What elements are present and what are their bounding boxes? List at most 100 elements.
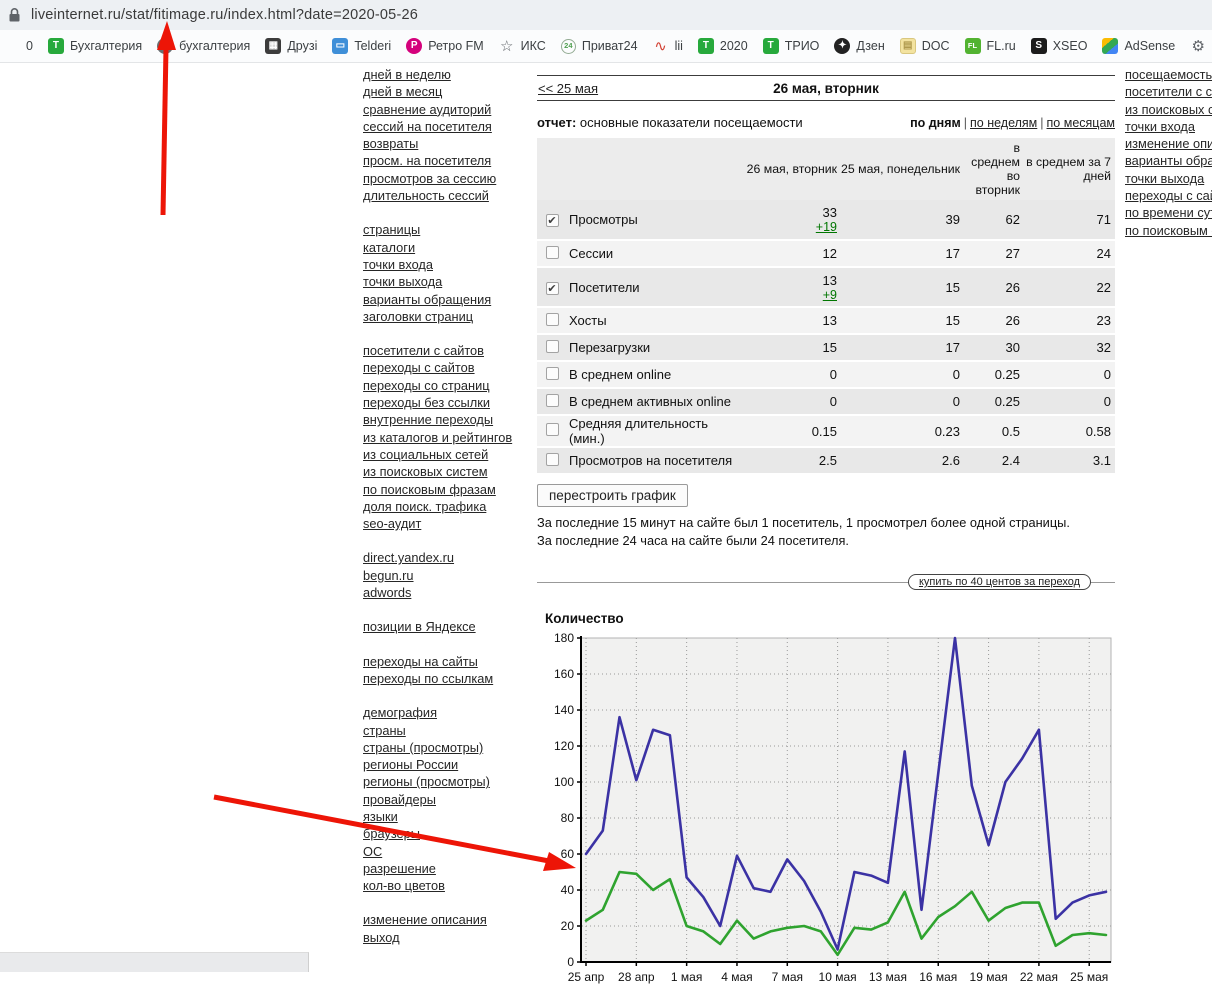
delta-link[interactable]: +19: [738, 220, 837, 234]
sidebar-link[interactable]: ОС: [363, 843, 515, 860]
retro-fm-icon: Р: [406, 38, 423, 54]
sidebar-link[interactable]: изменение описания: [363, 911, 515, 928]
checkbox-unchecked[interactable]: [545, 452, 559, 466]
url-bar[interactable]: liveinternet.ru/stat/fitimage.ru/index.h…: [0, 0, 1212, 30]
sidebar-link[interactable]: дней в месяц: [363, 83, 515, 100]
sidebar-link[interactable]: браузеры: [363, 825, 515, 842]
sidebar-link[interactable]: просмотров за сессию: [363, 170, 515, 187]
bookmark-item[interactable]: ▦ Друзі: [265, 38, 317, 54]
checkbox-checked[interactable]: ✔: [545, 214, 559, 227]
checkbox-unchecked[interactable]: [545, 366, 559, 380]
bookmark-item[interactable]: Т ТРИО: [762, 38, 819, 54]
checkbox-unchecked[interactable]: [545, 245, 559, 259]
sidebar-link[interactable]: языки: [363, 808, 515, 825]
sidebar-link[interactable]: точки выхода: [363, 273, 515, 290]
sidebar-link[interactable]: точки входа: [1125, 118, 1212, 135]
bookmark-item[interactable]: ⊕ бухгалтерия: [157, 38, 250, 54]
sidebar-link[interactable]: выход: [363, 929, 515, 946]
sidebar-link[interactable]: по времени сут: [1125, 204, 1212, 221]
sidebar-link[interactable]: adwords: [363, 584, 515, 601]
bookmark-item[interactable]: ⚙Хос: [1190, 38, 1212, 54]
metric-value: 15: [738, 334, 841, 362]
sidebar-link[interactable]: seo-аудит: [363, 515, 515, 532]
svg-text:100: 100: [554, 775, 574, 789]
sidebar-link[interactable]: демография: [363, 704, 515, 721]
sidebar-link[interactable]: посетители с сайтов: [363, 342, 515, 359]
sidebar-link[interactable]: просм. на посетителя: [363, 152, 515, 169]
sidebar-link[interactable]: из каталогов и рейтингов: [363, 429, 515, 446]
sidebar-link[interactable]: регионы России: [363, 756, 515, 773]
sidebar-link[interactable]: переходы с сай: [1125, 187, 1212, 204]
prev-day-link[interactable]: << 25 мая: [538, 81, 598, 96]
view-mode-months[interactable]: по месяцам: [1047, 116, 1115, 130]
sidebar-link[interactable]: регионы (просмотры): [363, 773, 515, 790]
sidebar-link[interactable]: страны: [363, 722, 515, 739]
checkbox-checked[interactable]: ✔: [545, 281, 559, 295]
sidebar-link[interactable]: из поисковых систем: [363, 463, 515, 480]
sidebar-link[interactable]: заголовки страниц: [363, 308, 515, 325]
sidebar-link[interactable]: из поисковых с: [1125, 101, 1212, 118]
bookmark-item[interactable]: ▤ DOC: [899, 38, 950, 54]
bookmark-item[interactable]: ✦ Дзен: [834, 38, 885, 54]
sidebar-link[interactable]: по поисковым с: [1125, 222, 1212, 239]
bookmark-item[interactable]: Т 2020: [697, 38, 748, 54]
sidebar-link[interactable]: позиции в Яндексе: [363, 618, 515, 635]
sidebar-link[interactable]: возвраты: [363, 135, 515, 152]
bookmark-item[interactable]: AdSense: [1102, 38, 1175, 54]
sidebar-link[interactable]: изменение опи: [1125, 135, 1212, 152]
sidebar-link[interactable]: посещаемость: [1125, 66, 1212, 83]
sidebar-link[interactable]: сессий на посетителя: [363, 118, 515, 135]
rebuild-chart-button[interactable]: перестроить график: [537, 484, 688, 507]
sidebar-link[interactable]: кол-во цветов: [363, 877, 515, 894]
sidebar-link[interactable]: сравнение аудиторий: [363, 101, 515, 118]
sidebar-link[interactable]: длительность сессий: [363, 187, 515, 204]
bookmark-item[interactable]: Р Ретро FM: [406, 38, 484, 54]
sidebar-link[interactable]: внутренние переходы: [363, 411, 515, 428]
bookmark-item[interactable]: ☆ ИКС: [499, 38, 546, 54]
sidebar-link[interactable]: из социальных сетей: [363, 446, 515, 463]
sidebar-link[interactable]: точки выхода: [1125, 170, 1212, 187]
checkbox-unchecked[interactable]: [545, 339, 559, 353]
sidebar-link-group: страницы каталоги точки входа точки выхода в…: [363, 221, 515, 325]
sidebar-link[interactable]: посетители с са: [1125, 83, 1212, 100]
bookmark-item[interactable]: S XSEO: [1030, 38, 1087, 54]
sidebar-link[interactable]: по поисковым фразам: [363, 481, 515, 498]
sidebar-link[interactable]: варианты обра: [1125, 152, 1212, 169]
bookmark-item[interactable]: ▭ Telderi: [332, 38, 391, 54]
metric-value: 26: [964, 307, 1024, 335]
view-mode-weeks[interactable]: по неделям: [970, 116, 1037, 130]
sidebar-link[interactable]: переходы по ссылкам: [363, 670, 515, 687]
sidebar-link[interactable]: варианты обращения: [363, 291, 515, 308]
buy-clicks-button[interactable]: купить по 40 центов за переход: [907, 574, 1091, 590]
bookmark-label: бухгалтерия: [179, 39, 251, 53]
bookmark-item[interactable]: ∿ lii: [653, 38, 683, 54]
sidebar-link[interactable]: страницы: [363, 221, 515, 238]
sidebar-link[interactable]: переходы с сайтов: [363, 359, 515, 376]
sidebar-link[interactable]: страны (просмотры): [363, 739, 515, 756]
checkbox-unchecked[interactable]: [545, 423, 559, 436]
sidebar-link[interactable]: провайдеры: [363, 791, 515, 808]
metric-label: Посетители: [567, 267, 738, 308]
checkbox-unchecked[interactable]: [545, 312, 559, 326]
delta-link[interactable]: +9: [738, 288, 837, 302]
sidebar-link[interactable]: разрешение: [363, 860, 515, 877]
tj-icon: Т: [697, 38, 714, 54]
metric-value: 2.6: [841, 447, 964, 475]
bookmark-item[interactable]: Т Бухгалтерия: [47, 38, 142, 54]
url-text[interactable]: liveinternet.ru/stat/fitimage.ru/index.h…: [31, 7, 418, 23]
sidebar-link[interactable]: переходы без ссылки: [363, 394, 515, 411]
sidebar-link[interactable]: direct.yandex.ru: [363, 549, 515, 566]
bookmark-item[interactable]: 24 Приват24: [560, 38, 638, 54]
sidebar-link[interactable]: доля поиск. трафика: [363, 498, 515, 515]
svg-text:0: 0: [567, 955, 574, 969]
sidebar-link[interactable]: begun.ru: [363, 567, 515, 584]
sidebar-link[interactable]: дней в неделю: [363, 66, 515, 83]
bookmark-item[interactable]: 0: [4, 38, 33, 54]
sidebar-link[interactable]: переходы со страниц: [363, 377, 515, 394]
checkbox-unchecked[interactable]: [545, 393, 559, 407]
sidebar-link[interactable]: каталоги: [363, 239, 515, 256]
sidebar-link[interactable]: переходы на сайты: [363, 653, 515, 670]
col-header-avg-tuesday: в среднем во вторник: [964, 138, 1024, 200]
sidebar-link[interactable]: точки входа: [363, 256, 515, 273]
bookmark-item[interactable]: FL FL.ru: [964, 38, 1016, 54]
